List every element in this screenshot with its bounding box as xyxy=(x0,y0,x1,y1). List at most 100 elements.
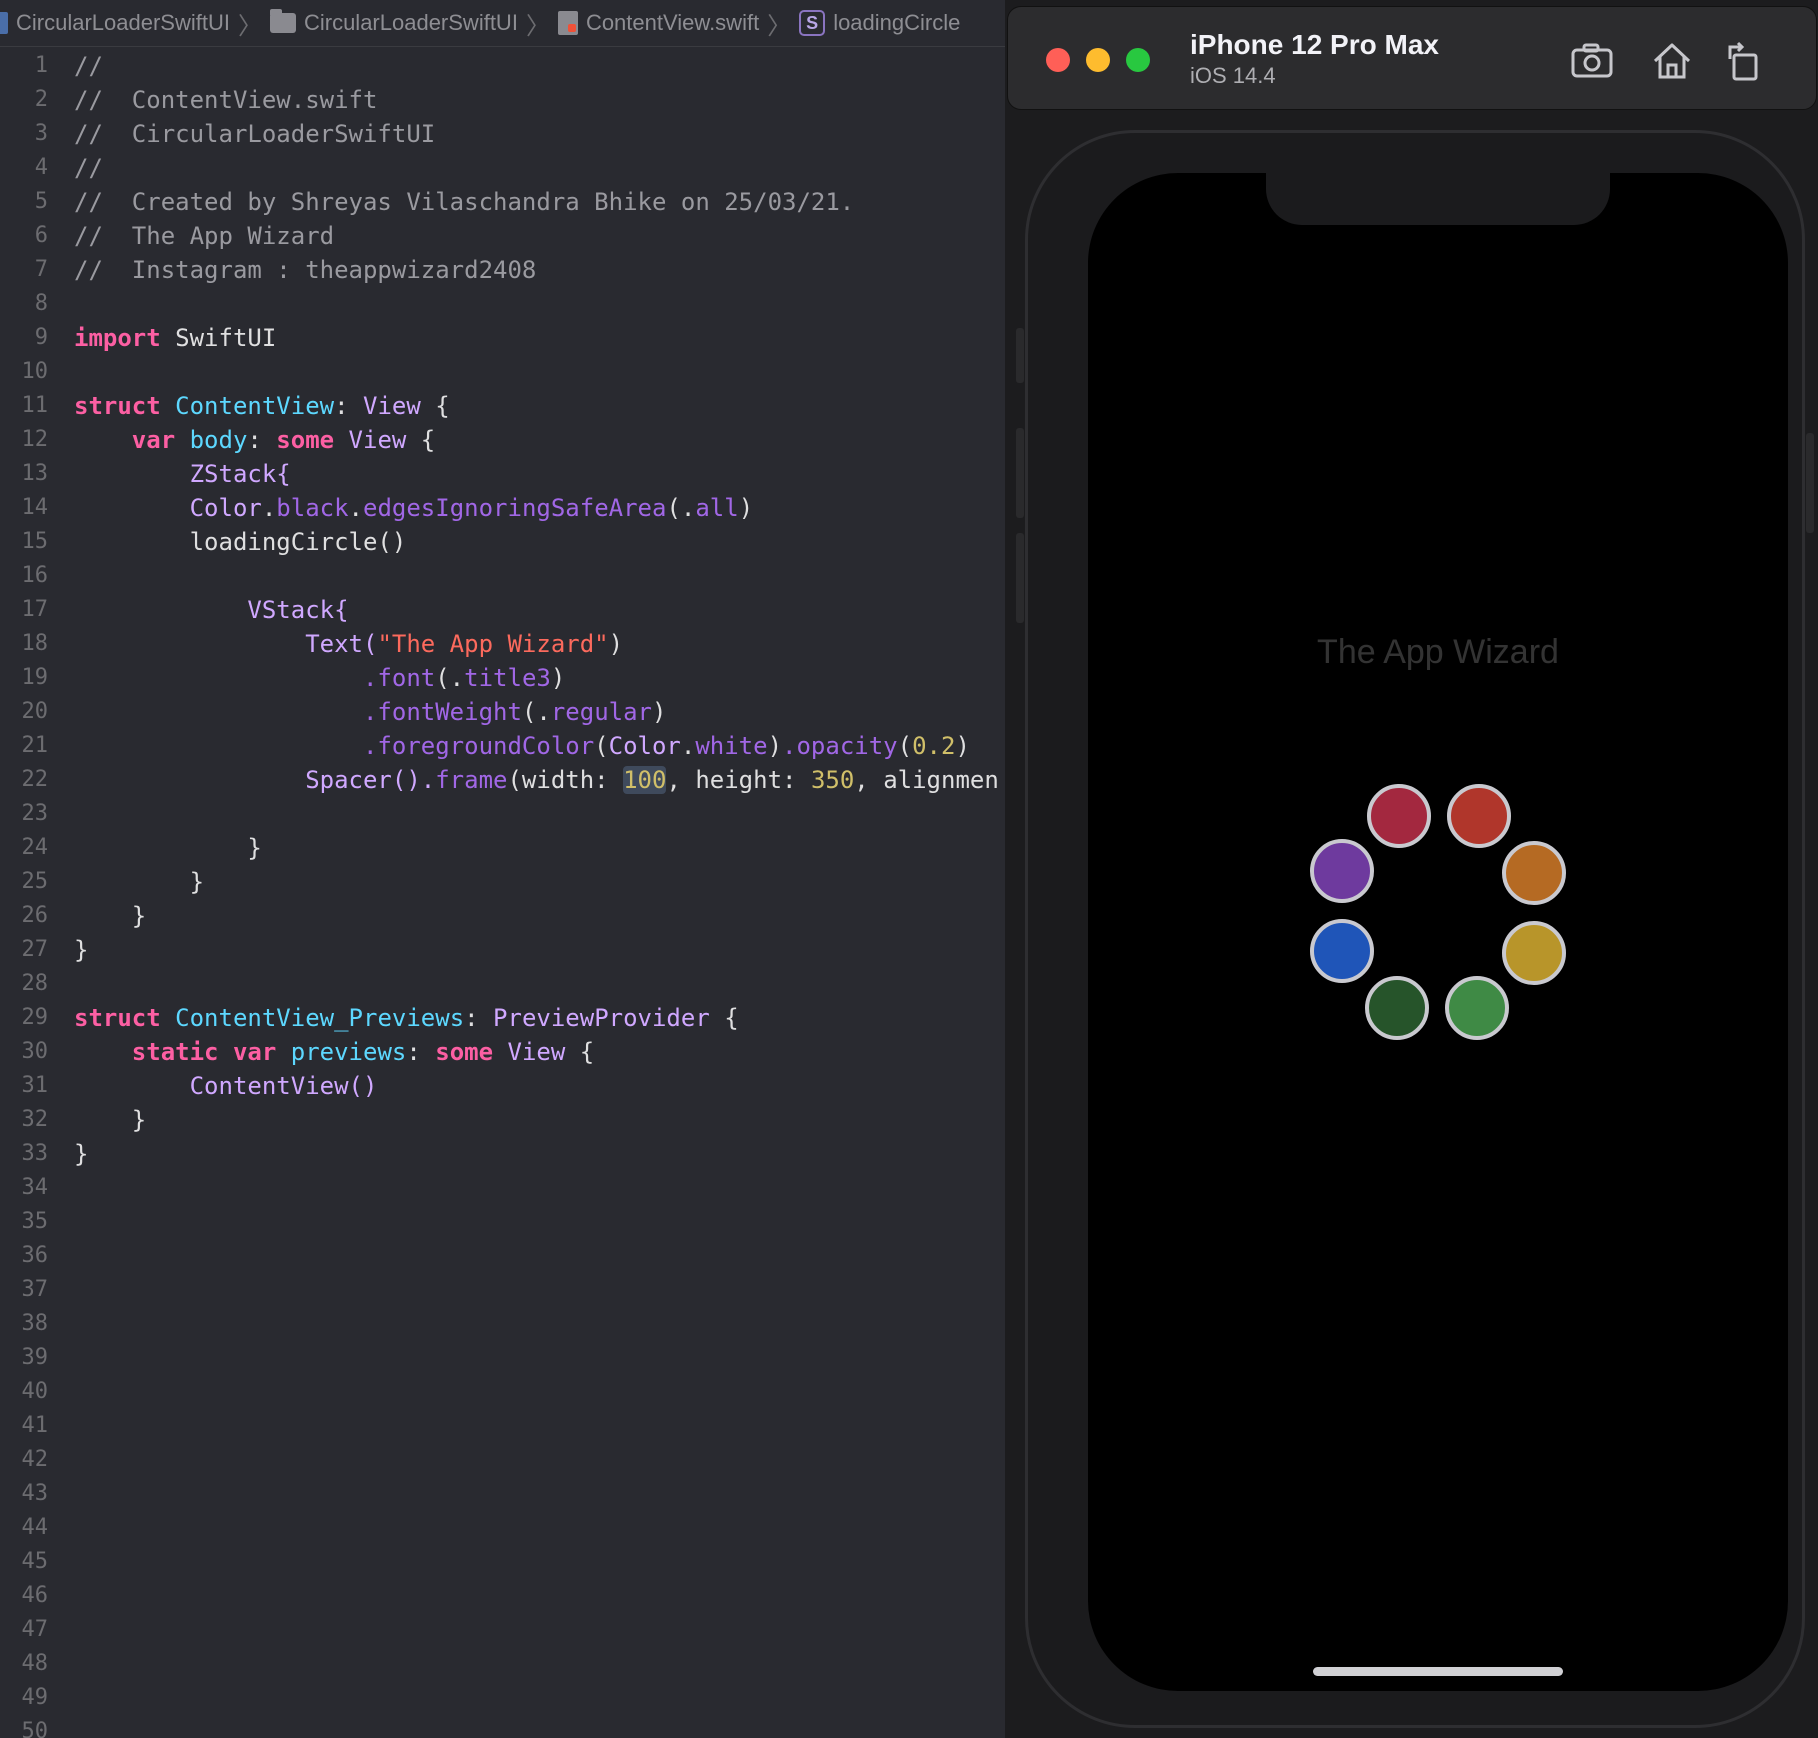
line-number: 18 xyxy=(21,631,49,656)
property-name: body xyxy=(175,426,248,454)
chevron-right-icon: 〉 xyxy=(525,12,550,40)
code-line: 27} xyxy=(0,933,1010,967)
line-number: 49 xyxy=(21,1685,49,1710)
folder-icon xyxy=(269,9,296,33)
code-line: 13 ZStack{ xyxy=(0,457,1010,491)
breadcrumb-folder-label: CircularLoaderSwiftUI xyxy=(303,10,518,35)
string-literal: "The App Wizard" xyxy=(377,630,609,658)
home-indicator[interactable] xyxy=(1313,1667,1563,1676)
line-number: 40 xyxy=(21,1379,49,1404)
function-call: loadingCircle() xyxy=(189,528,407,556)
xcode-project-icon xyxy=(0,12,8,34)
line-number: 25 xyxy=(21,869,49,894)
code-line: 10 xyxy=(0,355,1010,389)
code-line: 34 xyxy=(0,1171,1010,1205)
breadcrumb-symbol[interactable]: S loadingCircle xyxy=(799,10,960,36)
zoom-window-button[interactable] xyxy=(1126,48,1150,72)
breadcrumb-file[interactable]: ContentView.swift xyxy=(557,10,760,36)
breadcrumb-project[interactable]: CircularLoaderSwiftUI xyxy=(0,10,230,36)
volume-down-button[interactable] xyxy=(1016,533,1024,623)
code-line: 17 VStack{ xyxy=(0,593,1010,627)
mute-switch[interactable] xyxy=(1016,328,1024,383)
code-text: } xyxy=(74,1140,89,1168)
code-text: var body: some View { xyxy=(131,426,436,454)
line-number: 27 xyxy=(21,937,49,962)
loader-dot xyxy=(1365,975,1430,1040)
home-icon[interactable] xyxy=(1648,37,1696,85)
keyword: import xyxy=(74,324,161,352)
line-number: 23 xyxy=(21,801,49,826)
code-line: 42 xyxy=(0,1443,1010,1477)
selected-number-literal[interactable]: 100 xyxy=(623,766,667,794)
code-line: 50 xyxy=(0,1715,1010,1738)
code-line: 25 } xyxy=(0,865,1010,899)
loader-dot xyxy=(1501,920,1566,985)
line-number: 24 xyxy=(21,835,49,860)
function-call: ContentView() xyxy=(189,1072,378,1100)
code-line: 18 Text("The App Wizard") xyxy=(0,627,1010,661)
line-number: 39 xyxy=(21,1345,49,1370)
loader-dot xyxy=(1502,841,1567,906)
line-number: 9 xyxy=(34,325,48,350)
line-number: 45 xyxy=(21,1549,49,1574)
power-button[interactable] xyxy=(1806,433,1814,533)
code-text: // xyxy=(74,151,103,185)
minimize-window-button[interactable] xyxy=(1086,48,1110,72)
simulator-window: iPhone 12 Pro Max iOS 14.4 The App Wizar… xyxy=(1005,0,1818,1738)
loader-dot xyxy=(1367,783,1432,848)
keyword: static xyxy=(131,1038,219,1066)
keyword: some xyxy=(261,426,335,454)
line-number: 42 xyxy=(21,1447,49,1472)
number-literal: 350 xyxy=(810,766,855,794)
line-number: 7 xyxy=(34,257,48,282)
line-number: 11 xyxy=(21,393,49,418)
number-literal: 0.2 xyxy=(912,732,956,760)
device-notch xyxy=(1266,173,1610,225)
line-number: 34 xyxy=(21,1175,49,1200)
screenshot-icon[interactable] xyxy=(1568,37,1616,85)
code-line: 15 loadingCircle() xyxy=(0,525,1010,559)
comment: // xyxy=(74,52,103,80)
code-text: } xyxy=(247,834,262,862)
code-line: 16 xyxy=(0,559,1010,593)
code-line: 40 xyxy=(0,1375,1010,1409)
code-line: 6 // The App Wizard xyxy=(0,219,1010,253)
device-screen[interactable]: The App Wizard xyxy=(1088,173,1788,1691)
volume-up-button[interactable] xyxy=(1016,428,1024,518)
line-number: 48 xyxy=(21,1651,49,1676)
code-text: } xyxy=(131,902,147,930)
code-text: // The App Wizard xyxy=(74,219,334,253)
module-name: SwiftUI xyxy=(160,324,277,352)
code-text: Text("The App Wizard") xyxy=(305,630,624,658)
code-area[interactable]: 1 // 2 // ContentView.swift 3 // CircularLo… xyxy=(0,49,1010,1738)
code-line: 2 // ContentView.swift xyxy=(0,83,1010,117)
code-line: 41 xyxy=(0,1409,1010,1443)
code-editor[interactable]: CircularLoaderSwiftUI 〉 CircularLoaderSw… xyxy=(0,0,1010,1738)
code-line: 4 // xyxy=(0,151,1010,185)
code-line: 48 xyxy=(0,1647,1010,1681)
keyword: some xyxy=(420,1038,494,1066)
line-number: 47 xyxy=(21,1617,49,1642)
close-window-button[interactable] xyxy=(1046,48,1070,72)
code-text: .foregroundColor(Color.white).opacity(0.… xyxy=(362,732,970,760)
line-number: 36 xyxy=(21,1243,49,1268)
code-text: Color.black.edgesIgnoringSafeArea(.all) xyxy=(189,494,754,522)
keyword: struct xyxy=(74,392,161,420)
line-number: 10 xyxy=(21,359,49,384)
line-number: 12 xyxy=(21,427,49,452)
code-text: loadingCircle() xyxy=(74,525,407,559)
breadcrumb-folder[interactable]: CircularLoaderSwiftUI xyxy=(269,9,518,36)
property-name: previews xyxy=(276,1038,407,1066)
rotate-icon[interactable] xyxy=(1720,37,1768,85)
keyword: struct xyxy=(74,1004,161,1032)
code-line: 30 static var previews: some View { xyxy=(0,1035,1010,1069)
line-number: 4 xyxy=(34,155,48,180)
breadcrumb-file-label: ContentView.swift xyxy=(585,10,760,35)
type-name: View xyxy=(348,392,421,420)
code-line: 14 Color.black.edgesIgnoringSafeArea(.al… xyxy=(0,491,1010,525)
code-line: 24 } xyxy=(0,831,1010,865)
line-number: 17 xyxy=(21,597,49,622)
line-number: 19 xyxy=(21,665,49,690)
line-number: 5 xyxy=(34,189,48,214)
comment: // xyxy=(74,154,103,182)
